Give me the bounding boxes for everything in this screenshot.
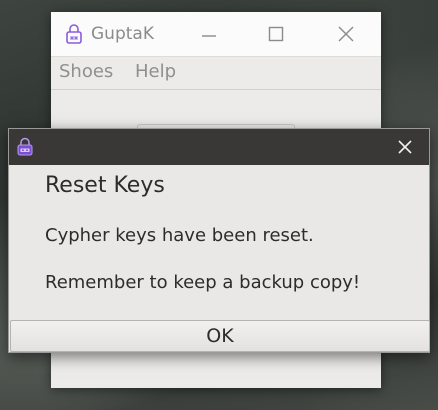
minimize-icon[interactable] xyxy=(194,21,224,47)
menu-item-help[interactable]: Help xyxy=(135,61,176,83)
close-icon[interactable] xyxy=(395,137,415,157)
dialog-message: Remember to keep a backup copy! xyxy=(45,272,361,293)
app-icon xyxy=(63,23,85,45)
app-icon xyxy=(15,137,35,157)
close-icon[interactable] xyxy=(331,21,361,47)
menu-item-shoes[interactable]: Shoes xyxy=(59,61,113,83)
window-title: GuptaK xyxy=(91,24,154,44)
menu-bar: Shoes Help xyxy=(51,57,381,90)
dialog-message: Cypher keys have been reset. xyxy=(45,225,314,246)
dialog-heading: Reset Keys xyxy=(45,173,165,198)
ok-button[interactable]: OK xyxy=(10,320,430,352)
reset-keys-dialog: Reset Keys Cypher keys have been reset. … xyxy=(8,128,430,353)
main-titlebar[interactable]: GuptaK xyxy=(51,12,381,57)
dialog-titlebar[interactable] xyxy=(9,129,429,165)
maximize-icon[interactable] xyxy=(261,21,291,47)
